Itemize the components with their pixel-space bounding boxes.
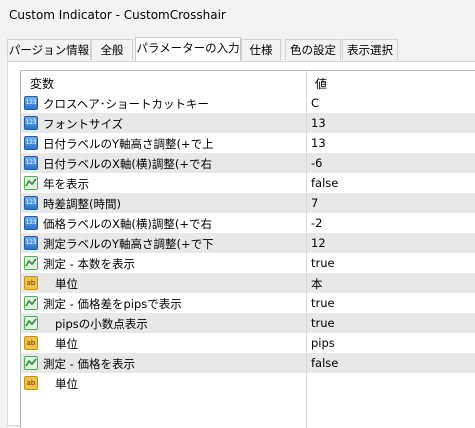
boolean-type-icon [24,256,38,270]
parameter-row[interactable]: 123 フォントサイズ 13 [21,113,475,133]
parameter-row[interactable]: pipsの小数点表示 true [21,313,475,333]
parameter-value[interactable]: 13 [311,116,326,130]
boolean-type-icon [24,176,38,190]
parameter-value[interactable]: pips [311,336,335,350]
parameter-value[interactable]: false [311,176,338,190]
title-bar: Custom Indicator - CustomCrosshair [0,0,475,32]
parameter-value[interactable]: C [311,96,319,110]
boolean-type-icon [24,316,38,330]
parameter-value[interactable]: 本 [311,276,323,292]
number-type-icon: 123 [24,216,38,230]
parameter-value[interactable]: true [311,316,335,330]
parameter-name: pipsの小数点表示 [55,317,148,331]
parameter-name: 時差調整(時間) [43,197,121,211]
string-type-icon: ab [24,276,38,290]
parameter-row[interactable]: 測定 - 価格を表示 false [21,353,475,373]
parameter-value-cell[interactable] [307,233,475,253]
parameter-name: 単位 [55,337,78,351]
parameter-value[interactable]: true [311,256,335,270]
parameter-row[interactable]: ab 単位 本 [21,273,475,293]
parameters-grid: 変数 値 123 クロスヘア･ショートカットキー C 123 フォントサイズ 13 123 日… [20,70,475,428]
string-type-icon: ab [24,376,38,390]
grid-header: 変数 値 [21,71,475,93]
number-type-icon: 123 [24,196,38,210]
number-type-icon: 123 [24,156,38,170]
parameter-row[interactable]: 123 価格ラベルのX軸(横)調整(+で右 -2 [21,213,475,233]
parameter-name: 日付ラベルのY軸高さ調整(+で上 [43,137,214,151]
parameter-value-cell[interactable] [307,193,475,213]
parameter-value-cell[interactable] [307,213,475,233]
parameter-row[interactable]: 123 測定ラベルのY軸高さ調整(+で下 12 [21,233,475,253]
parameter-value-cell[interactable] [307,373,475,393]
parameter-value[interactable]: 12 [311,236,326,250]
parameter-row[interactable]: ab 単位 [21,373,475,393]
parameter-name: 測定ラベルのY軸高さ調整(+で下 [43,237,214,251]
tab-parameters[interactable]: パラメーターの入力 [135,37,241,61]
parameter-value[interactable]: true [311,296,335,310]
parameter-value-cell[interactable] [307,133,475,153]
parameter-row[interactable]: 123 日付ラベルのY軸高さ調整(+で上 13 [21,133,475,153]
boolean-type-icon [24,356,38,370]
string-type-icon: ab [24,336,38,350]
boolean-type-icon [24,296,38,310]
parameter-name: 価格ラベルのX軸(横)調整(+で右 [43,217,212,231]
parameter-name: 測定 - 本数を表示 [43,257,135,271]
parameter-row[interactable]: 年を表示 false [21,173,475,193]
parameter-row[interactable]: 123 日付ラベルのX軸(横)調整(+で右 -6 [21,153,475,173]
number-type-icon: 123 [24,136,38,150]
number-type-icon: 123 [24,96,38,110]
parameter-name: フォントサイズ [43,117,124,131]
parameter-value[interactable]: 7 [311,196,318,210]
parameter-value[interactable]: -2 [311,216,322,230]
parameter-value-cell[interactable] [307,153,475,173]
parameter-row[interactable]: 123 クロスヘア･ショートカットキー C [21,93,475,113]
column-header-variable[interactable]: 変数 [30,75,54,92]
parameter-value-cell[interactable] [307,273,475,293]
parameter-name: クロスヘア･ショートカットキー [43,97,209,111]
number-type-icon: 123 [24,236,38,250]
parameter-row[interactable]: 測定 - 価格差をpipsで表示 true [21,293,475,313]
parameter-row[interactable]: 測定 - 本数を表示 true [21,253,475,273]
parameter-row[interactable]: 123 時差調整(時間) 7 [21,193,475,213]
parameter-name: 年を表示 [43,177,89,191]
column-header-value[interactable]: 値 [315,75,327,92]
parameter-name: 単位 [55,277,78,291]
tab-colors[interactable]: 色の設定 [285,39,341,60]
parameter-value-cell[interactable] [307,93,475,113]
tab-display-select[interactable]: 表示選択 [342,39,398,60]
number-type-icon: 123 [24,116,38,130]
tab-specification[interactable]: 仕様 [241,39,281,60]
parameter-value-cell[interactable] [307,113,475,133]
column-separator[interactable] [306,71,307,428]
parameter-value[interactable]: 13 [311,136,326,150]
parameter-name: 測定 - 価格を表示 [43,357,135,371]
parameter-value[interactable]: -6 [311,156,322,170]
window-title: Custom Indicator - CustomCrosshair [9,8,226,22]
parameter-value[interactable]: false [311,356,338,370]
tab-bar: パージョン情報 全般 パラメーターの入力 仕様 色の設定 表示選択 [7,37,475,61]
parameter-name: 測定 - 価格差をpipsで表示 [43,297,182,311]
parameter-name: 単位 [55,377,78,391]
parameters-panel: 変数 値 123 クロスヘア･ショートカットキー C 123 フォントサイズ 13 123 日… [7,61,475,428]
parameter-row[interactable]: ab 単位 pips [21,333,475,353]
tab-version-info[interactable]: パージョン情報 [7,39,91,60]
parameter-name: 日付ラベルのX軸(横)調整(+で右 [43,157,212,171]
tab-general[interactable]: 全般 [91,39,133,60]
